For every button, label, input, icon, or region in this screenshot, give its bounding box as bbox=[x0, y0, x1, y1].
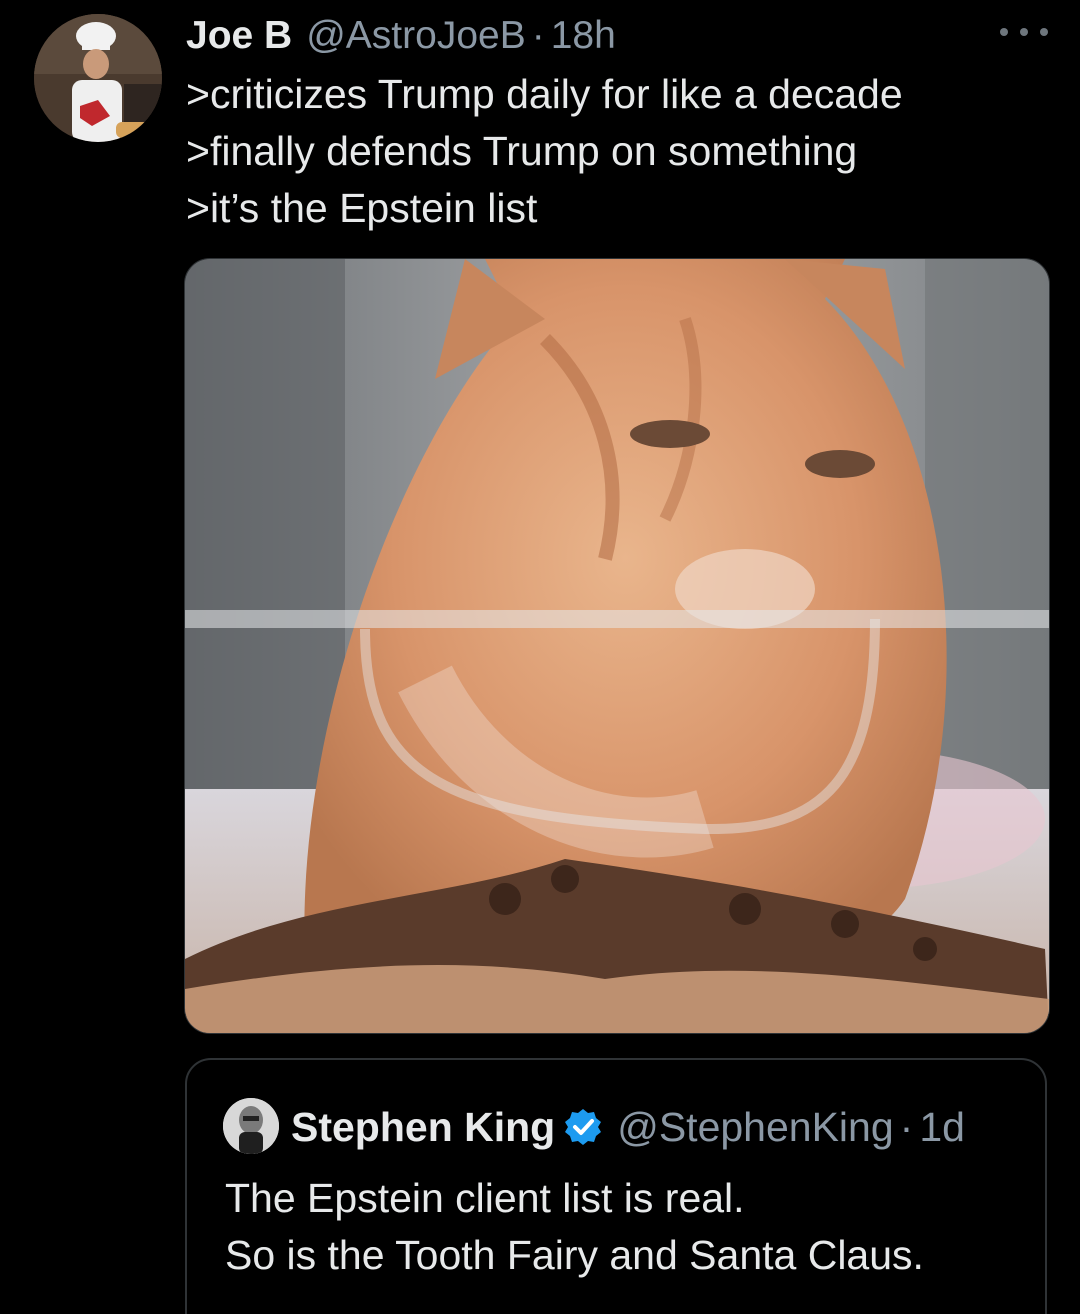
author-handle[interactable]: @AstroJoeB bbox=[306, 14, 526, 58]
tweet-media-image[interactable] bbox=[184, 258, 1050, 1034]
quoted-author-handle[interactable]: @StephenKing bbox=[617, 1104, 893, 1151]
more-dot bbox=[1040, 28, 1048, 36]
separator-dot: · bbox=[899, 1103, 914, 1150]
separator-dot: · bbox=[531, 14, 545, 57]
quoted-tweet-text-line: So is the Tooth Fairy and Santa Claus. bbox=[225, 1232, 924, 1278]
more-dot bbox=[1020, 28, 1028, 36]
tweet-text-line: >finally defends Trump on something bbox=[186, 128, 858, 174]
tweet-text-line: >criticizes Trump daily for like a decad… bbox=[186, 71, 903, 117]
quoted-tweet-text: The Epstein client list is real. So is t… bbox=[225, 1170, 924, 1284]
quoted-author-name[interactable]: Stephen King bbox=[291, 1104, 555, 1151]
tweet-timestamp[interactable]: 18h bbox=[551, 14, 616, 58]
verified-badge-icon bbox=[563, 1107, 603, 1147]
quoted-tweet[interactable]: Stephen King @StephenKing · 1d The Epste… bbox=[185, 1058, 1047, 1314]
more-dot bbox=[1000, 28, 1008, 36]
tweet-text-line: >it’s the Epstein list bbox=[186, 185, 538, 231]
author-avatar[interactable] bbox=[34, 14, 162, 142]
more-options-icon[interactable] bbox=[1000, 20, 1048, 44]
tweet-header: Joe B @AstroJoeB · 18h bbox=[186, 10, 616, 62]
tweet-text: >criticizes Trump daily for like a decad… bbox=[186, 66, 1046, 237]
quoted-author-avatar[interactable] bbox=[223, 1098, 279, 1154]
tweet[interactable]: Joe B @AstroJoeB · 18h >criticizes Trump… bbox=[0, 0, 1080, 1314]
quoted-tweet-text-line: The Epstein client list is real. bbox=[225, 1175, 745, 1221]
author-name[interactable]: Joe B bbox=[186, 14, 292, 58]
quoted-tweet-header: Stephen King @StephenKing · 1d bbox=[291, 1098, 965, 1156]
quoted-tweet-timestamp[interactable]: 1d bbox=[919, 1104, 965, 1151]
